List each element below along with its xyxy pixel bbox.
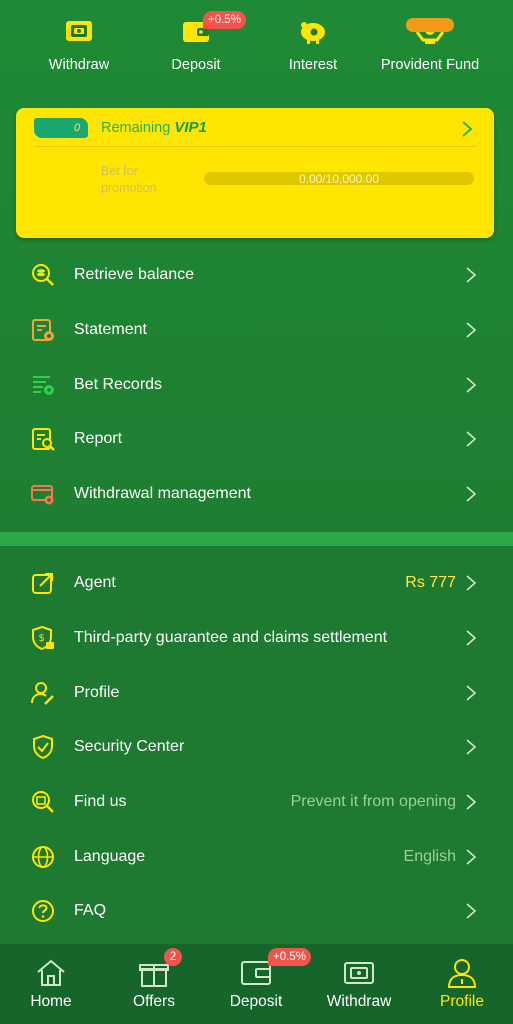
chevron-right-icon bbox=[466, 685, 477, 701]
statement-icon bbox=[32, 319, 54, 342]
quick-actions-bar: Withdraw +0.5% Deposit Interest Providen… bbox=[0, 11, 513, 84]
agent-share-icon bbox=[32, 573, 53, 595]
chevron-right-icon bbox=[466, 267, 477, 283]
quick-action-provident-fund[interactable]: Provident Fund bbox=[380, 14, 480, 84]
nav-tab-label: Deposit bbox=[229, 993, 283, 1010]
menu-item-report[interactable]: Report bbox=[0, 412, 513, 467]
agent-commission-value: Rs 777 bbox=[405, 574, 456, 592]
chevron-right-icon bbox=[466, 377, 477, 393]
withdraw-icon bbox=[66, 21, 92, 41]
chevron-right-icon bbox=[466, 903, 477, 920]
chevron-right-icon bbox=[466, 575, 477, 591]
menu-item-label: Report bbox=[74, 430, 123, 448]
nav-tab-home[interactable]: Home bbox=[0, 944, 102, 1024]
vip-level-tag: 0 bbox=[34, 118, 88, 138]
chevron-right-icon bbox=[466, 739, 477, 756]
menu-item-profile[interactable]: Profile bbox=[0, 665, 513, 720]
find-us-value: Prevent it from opening bbox=[290, 793, 456, 811]
menu-item-label: Profile bbox=[74, 683, 120, 701]
nav-tab-label: Profile bbox=[440, 993, 484, 1010]
provident-fund-pill bbox=[406, 18, 454, 32]
menu-item-retrieve-balance[interactable]: Retrieve balance bbox=[0, 248, 513, 303]
menu-item-label: FAQ bbox=[74, 902, 107, 920]
bet-records-icon bbox=[33, 375, 54, 395]
quick-action-label: Interest bbox=[288, 57, 338, 73]
find-us-icon bbox=[32, 791, 54, 813]
quick-action-label: Deposit bbox=[171, 57, 221, 73]
security-shield-icon bbox=[33, 735, 53, 760]
chevron-right-icon bbox=[466, 431, 477, 448]
menu-item-label: Withdrawal management bbox=[74, 485, 251, 503]
quick-action-label: Withdraw bbox=[48, 57, 110, 73]
user-icon bbox=[447, 959, 477, 988]
menu-item-label: Third-party guarantee and claims settlem… bbox=[74, 629, 388, 647]
menu-item-label: Security Center bbox=[74, 738, 185, 756]
menu-item-label: Bet Records bbox=[74, 375, 163, 393]
chevron-right-icon bbox=[466, 486, 477, 502]
vip-remaining-title: Remaining VIP1 bbox=[101, 118, 207, 138]
menu-item-label: Retrieve balance bbox=[74, 266, 195, 284]
menu-item-label: Agent bbox=[74, 574, 116, 592]
menu-item-bet-records[interactable]: Bet Records bbox=[0, 357, 513, 412]
profile-edit-icon bbox=[31, 681, 54, 705]
faq-icon bbox=[32, 900, 54, 923]
nav-tab-profile[interactable]: Profile bbox=[411, 944, 513, 1024]
quick-action-deposit[interactable]: +0.5% Deposit bbox=[161, 11, 246, 84]
nav-tab-offers[interactable]: 2 Offers bbox=[103, 944, 205, 1024]
nav-tab-deposit[interactable]: +0.5% Deposit bbox=[205, 944, 311, 1024]
menu-item-security-center[interactable]: Security Center bbox=[0, 720, 513, 775]
vip-bet-label: Bet for promotion bbox=[101, 164, 157, 195]
section-divider bbox=[0, 532, 513, 546]
menu-group-account: Retrieve balance Statement Bet Records R… bbox=[0, 248, 513, 521]
vip-progress-card[interactable]: 0 Remaining VIP1 Bet for promotion 0.00/… bbox=[16, 108, 494, 238]
chevron-right-icon bbox=[466, 849, 477, 865]
coins-search-icon bbox=[32, 264, 54, 287]
withdraw-ticket-icon bbox=[344, 962, 374, 984]
chevron-right-icon bbox=[466, 630, 477, 646]
chevron-right-icon bbox=[462, 121, 473, 137]
offers-count-badge: 2 bbox=[164, 948, 182, 966]
menu-item-withdrawal-management[interactable]: Withdrawal management bbox=[0, 467, 513, 522]
withdrawal-management-icon bbox=[31, 485, 54, 505]
menu-item-third-party-guarantee[interactable]: $ Third-party guarantee and claims settl… bbox=[0, 611, 513, 666]
menu-item-label: Language bbox=[74, 847, 146, 865]
menu-item-label: Find us bbox=[74, 793, 127, 811]
menu-item-statement[interactable]: Statement bbox=[0, 303, 513, 358]
deposit-bonus-badge: +0.5% bbox=[268, 948, 311, 966]
nav-tab-withdraw[interactable]: Withdraw bbox=[308, 944, 410, 1024]
deposit-bonus-badge: +0.5% bbox=[203, 11, 246, 29]
quick-action-label: Provident Fund bbox=[380, 57, 480, 73]
nav-tab-label: Home bbox=[30, 993, 72, 1010]
chevron-right-icon bbox=[466, 794, 477, 810]
vip-progress-bar: 0.00/10,000.00 bbox=[204, 172, 474, 186]
menu-item-label: Statement bbox=[74, 321, 147, 339]
nav-tab-label: Withdraw bbox=[326, 993, 392, 1010]
svg-text:$: $ bbox=[39, 633, 45, 644]
vip-remaining-label: Remaining bbox=[101, 120, 171, 136]
quick-action-interest[interactable]: Interest bbox=[278, 14, 348, 84]
menu-item-agent[interactable]: Agent Rs 777 bbox=[0, 556, 513, 611]
chevron-right-icon bbox=[466, 322, 477, 338]
vip-level-name: VIP1 bbox=[174, 119, 207, 136]
piggy-bank-icon bbox=[301, 22, 325, 44]
menu-item-faq[interactable]: FAQ bbox=[0, 884, 513, 939]
quick-action-withdraw[interactable]: Withdraw bbox=[44, 14, 114, 84]
menu-item-find-us[interactable]: Find us Prevent it from opening bbox=[0, 775, 513, 830]
menu-group-settings: Agent Rs 777 $ Third-party guarantee and… bbox=[0, 556, 513, 939]
bottom-nav: Home 2 Offers +0.5% Deposit Withdraw Pro… bbox=[0, 944, 513, 1024]
menu-item-language[interactable]: Language English bbox=[0, 829, 513, 884]
nav-tab-label: Offers bbox=[133, 993, 175, 1010]
vip-divider bbox=[34, 146, 476, 147]
globe-icon bbox=[32, 845, 54, 868]
language-value: English bbox=[403, 847, 456, 865]
report-icon bbox=[32, 428, 55, 452]
guarantee-shield-icon: $ bbox=[32, 625, 54, 651]
home-icon bbox=[37, 959, 65, 986]
